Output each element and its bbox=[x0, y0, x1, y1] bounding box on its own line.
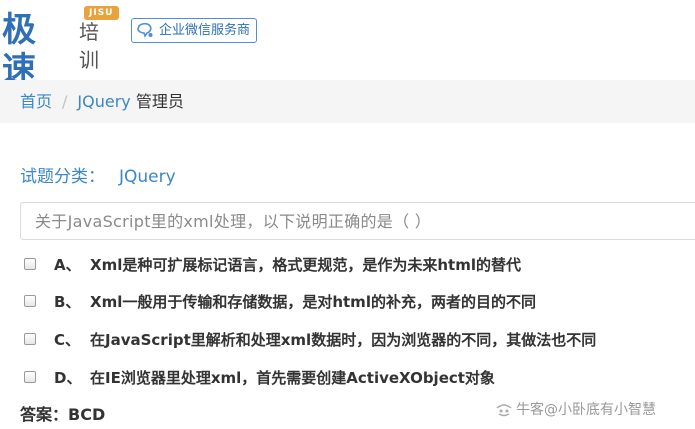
watermark-text: 牛客@小卧底有小智慧 bbox=[516, 402, 656, 418]
breadcrumb-home-link[interactable]: 首页 bbox=[20, 92, 52, 111]
category-label: 试题分类： bbox=[20, 167, 105, 187]
wecom-partner-badge[interactable]: 企业微信服务商 bbox=[131, 18, 258, 43]
option-b-letter: B、 bbox=[54, 292, 81, 311]
breadcrumb-current: 管理员 bbox=[135, 92, 184, 111]
option-a-text: Xml是种可扩展标记语言，格式更规范，是作为未来html的替代 bbox=[90, 255, 521, 274]
niuke-logo-icon bbox=[496, 403, 512, 417]
question-category: 试题分类： JQuery bbox=[20, 165, 176, 189]
option-a-checkbox[interactable] bbox=[24, 258, 36, 270]
option-a-letter: A、 bbox=[54, 255, 81, 274]
logo-subtitle: 培训 bbox=[79, 20, 99, 72]
wecom-icon bbox=[136, 22, 154, 40]
category-value[interactable]: JQuery bbox=[119, 167, 176, 187]
option-a[interactable]: A、 Xml是种可扩展标记语言，格式更规范，是作为未来html的替代 bbox=[24, 252, 521, 276]
watermark: 牛客@小卧底有小智慧 bbox=[496, 400, 656, 420]
site-header: 极速 JISU 培训 企业微信服务商 bbox=[0, 0, 695, 90]
question-box: 关于JavaScript里的xml处理，以下说明正确的是（ ） bbox=[20, 202, 695, 240]
breadcrumb-separator: / bbox=[62, 92, 68, 111]
breadcrumb-category-link[interactable]: JQuery bbox=[77, 92, 130, 111]
answer-text: 答案：BCD bbox=[20, 405, 106, 424]
option-b[interactable]: B、 Xml一般用于传输和存储数据，是对html的补充，两者的目的不同 bbox=[24, 289, 536, 313]
option-d-text: 在IE浏览器里处理xml，首先需要创建ActiveXObject对象 bbox=[90, 368, 495, 387]
option-c-text: 在JavaScript里解析和处理xml数据时，因为浏览器的不同，其做法也不同 bbox=[90, 330, 597, 349]
option-d-checkbox[interactable] bbox=[24, 371, 36, 383]
option-d[interactable]: D、 在IE浏览器里处理xml，首先需要创建ActiveXObject对象 bbox=[24, 365, 495, 389]
option-d-letter: D、 bbox=[54, 368, 82, 387]
breadcrumb: 首页 / JQuery 管理员 bbox=[0, 80, 695, 123]
partner-label: 企业微信服务商 bbox=[159, 22, 251, 38]
option-b-text: Xml一般用于传输和存储数据，是对html的补充，两者的目的不同 bbox=[90, 292, 536, 311]
option-b-checkbox[interactable] bbox=[24, 295, 36, 307]
logo-text: 极速 bbox=[2, 10, 36, 90]
option-c-checkbox[interactable] bbox=[24, 333, 36, 345]
option-c[interactable]: C、 在JavaScript里解析和处理xml数据时，因为浏览器的不同，其做法也… bbox=[24, 327, 596, 351]
option-c-letter: C、 bbox=[54, 330, 81, 349]
question-text: 关于JavaScript里的xml处理，以下说明正确的是（ ） bbox=[35, 212, 432, 231]
